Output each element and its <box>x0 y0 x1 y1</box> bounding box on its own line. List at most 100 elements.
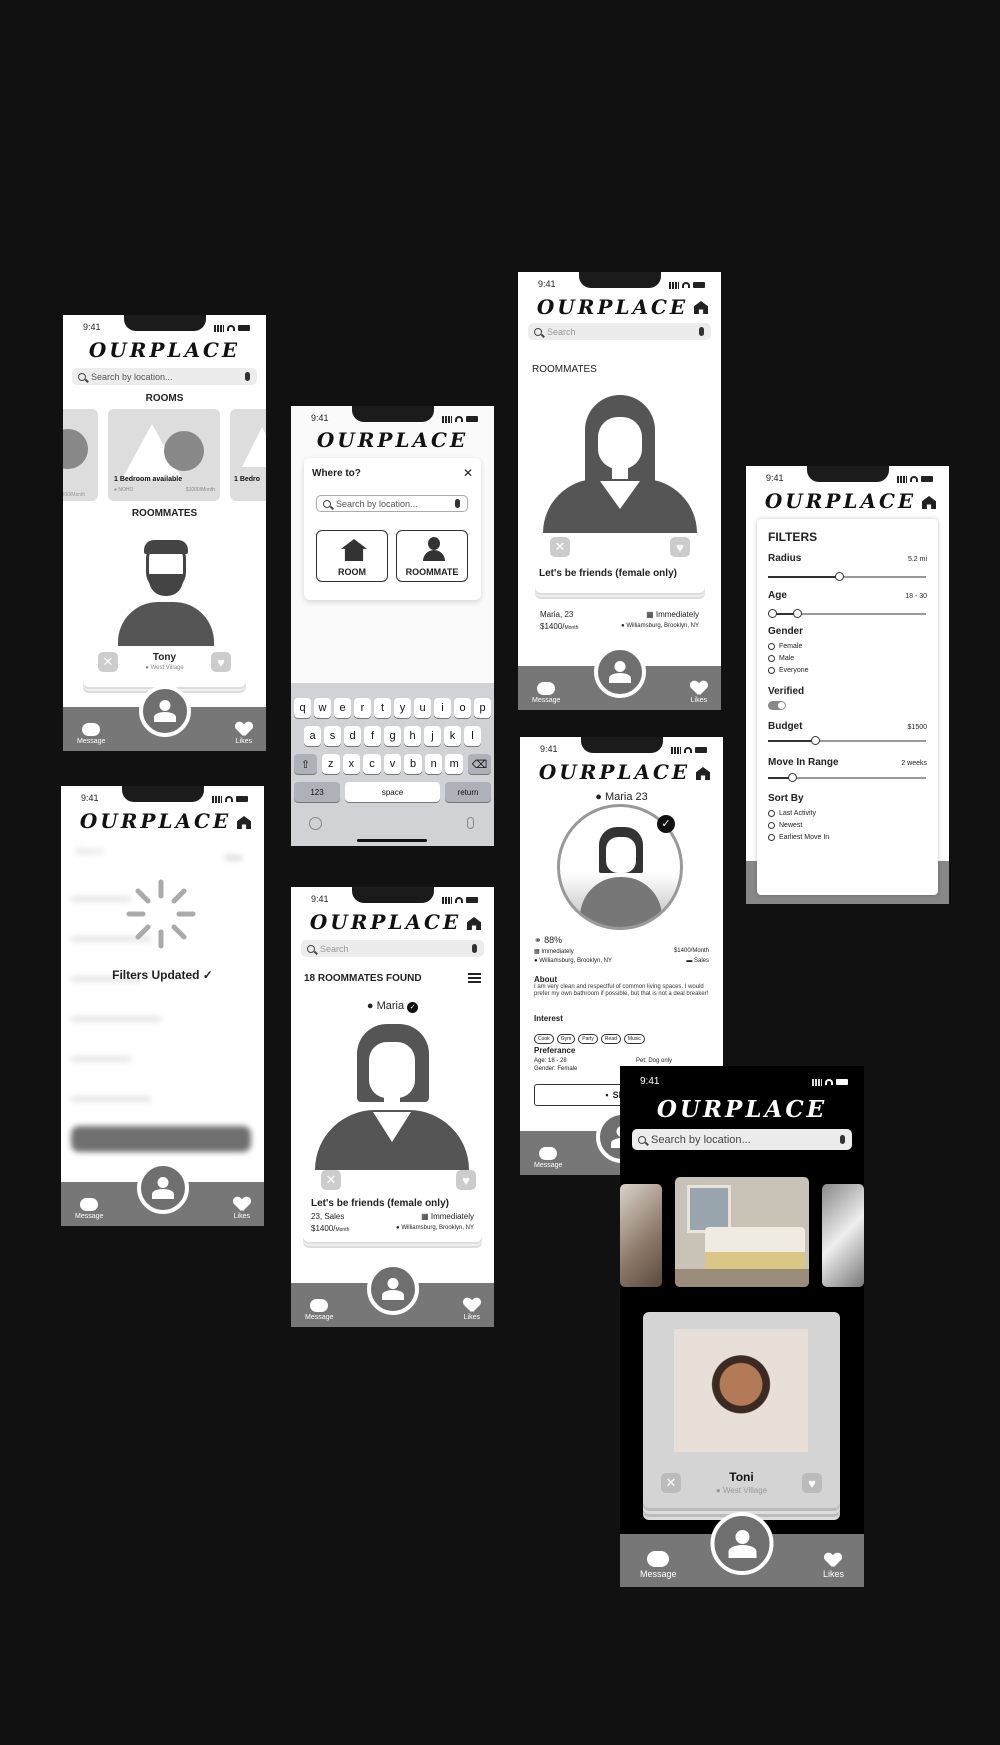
key-space[interactable]: space <box>345 782 440 802</box>
filter-sliders-icon[interactable] <box>468 973 481 984</box>
home-icon[interactable] <box>237 816 251 829</box>
key-h[interactable]: h <box>404 726 421 746</box>
profile-center-button[interactable] <box>366 1263 419 1315</box>
age-max-thumb[interactable] <box>793 609 802 618</box>
age-min-thumb[interactable] <box>768 609 777 618</box>
tab-likes[interactable]: Likes <box>464 1298 480 1321</box>
key-p[interactable]: p <box>474 698 491 718</box>
tab-message[interactable]: Message <box>77 723 105 745</box>
radio-icon[interactable] <box>768 833 775 841</box>
roommate-card[interactable]: ✕ ♥ Tony ● West Village <box>83 524 246 687</box>
key-i[interactable]: i <box>434 698 451 718</box>
key-k[interactable]: k <box>444 726 461 746</box>
key-q[interactable]: q <box>294 698 311 718</box>
tab-likes[interactable]: Likes <box>236 722 252 745</box>
move-slider[interactable] <box>768 773 926 782</box>
roommate-card[interactable]: ✕ ♥ Let's be friends (female only) <box>535 385 705 593</box>
gender-option[interactable]: Everyone <box>768 665 809 677</box>
key-n[interactable]: n <box>424 754 443 774</box>
profile-center-button[interactable] <box>136 1162 189 1214</box>
key-return[interactable]: return <box>445 782 491 802</box>
key-g[interactable]: g <box>384 726 401 746</box>
mic-icon[interactable] <box>245 372 250 381</box>
emoji-icon[interactable] <box>309 817 322 830</box>
tab-likes[interactable]: Likes <box>823 1553 844 1579</box>
mic-icon[interactable] <box>699 327 704 336</box>
key-l[interactable]: l <box>464 726 481 746</box>
tab-likes[interactable]: Likes <box>691 681 707 704</box>
key-u[interactable]: u <box>414 698 431 718</box>
key-j[interactable]: j <box>424 726 441 746</box>
like-button[interactable]: ♥ <box>456 1170 476 1190</box>
home-icon[interactable] <box>696 767 710 780</box>
key-m[interactable]: m <box>445 754 464 774</box>
search-input[interactable]: Search <box>301 940 484 957</box>
tab-message[interactable]: Message <box>305 1299 333 1321</box>
room-photo-center[interactable] <box>675 1177 809 1287</box>
key-123[interactable]: 123 <box>294 782 340 802</box>
key-r[interactable]: r <box>354 698 371 718</box>
key-a[interactable]: a <box>304 726 321 746</box>
sort-option[interactable]: Earliest Move In <box>768 832 829 844</box>
radio-icon[interactable] <box>768 809 775 817</box>
key-f[interactable]: f <box>364 726 381 746</box>
age-slider[interactable] <box>768 609 926 618</box>
verified-toggle[interactable] <box>768 701 786 710</box>
radio-icon[interactable] <box>768 654 775 662</box>
search-input[interactable]: Search <box>528 323 711 340</box>
key-b[interactable]: b <box>404 754 422 774</box>
option-roommate[interactable]: ROOMMATE <box>396 530 468 582</box>
radius-slider-thumb[interactable] <box>835 572 845 581</box>
gender-option[interactable]: Female <box>768 641 809 653</box>
key-s[interactable]: s <box>324 726 341 746</box>
home-icon[interactable] <box>467 917 481 930</box>
key-v[interactable]: v <box>383 754 402 774</box>
tab-message[interactable]: Message <box>640 1551 677 1579</box>
dismiss-button[interactable]: ✕ <box>321 1170 341 1190</box>
close-icon[interactable]: ✕ <box>463 466 473 480</box>
delete-key[interactable]: ⌫ <box>468 754 491 774</box>
tab-message[interactable]: Message <box>534 1147 562 1169</box>
home-icon[interactable] <box>694 301 708 314</box>
budget-slider-thumb[interactable] <box>811 736 821 745</box>
room-card-right[interactable]: 1 Bedro <box>230 409 266 501</box>
search-input[interactable]: Search by location... <box>632 1129 852 1150</box>
sort-option[interactable]: Newest <box>768 820 829 832</box>
home-icon[interactable] <box>922 496 936 509</box>
key-x[interactable]: x <box>342 754 361 774</box>
profile-center-button[interactable] <box>593 646 646 698</box>
key-z[interactable]: z <box>322 754 340 774</box>
room-card-left[interactable]: $1000/Month <box>63 409 98 501</box>
radio-icon[interactable] <box>768 642 775 650</box>
move-slider-thumb[interactable] <box>787 773 797 782</box>
tab-message[interactable]: Message <box>532 682 560 704</box>
roommate-card[interactable]: ✕ ♥ Toni ● West Village <box>643 1312 840 1508</box>
like-button[interactable]: ♥ <box>670 537 690 557</box>
modal-search-input[interactable]: Search by location... <box>316 495 468 512</box>
budget-slider[interactable] <box>768 736 926 745</box>
profile-center-button[interactable] <box>138 685 191 737</box>
key-y[interactable]: y <box>394 698 411 718</box>
mic-icon[interactable] <box>455 499 460 508</box>
sort-option[interactable]: Last Activity <box>768 808 829 820</box>
shift-key[interactable]: ⇧ <box>294 754 317 774</box>
room-photo-right[interactable] <box>822 1184 864 1287</box>
key-c[interactable]: c <box>363 754 381 774</box>
tab-likes[interactable]: Likes <box>234 1197 250 1220</box>
key-d[interactable]: d <box>344 726 361 746</box>
room-card-center[interactable]: 1 Bedroom available ● NOHO $1000/Month <box>108 409 220 501</box>
key-e[interactable]: e <box>334 698 351 718</box>
room-photo-left[interactable] <box>620 1184 662 1287</box>
radius-slider[interactable] <box>768 572 926 581</box>
option-room[interactable]: ROOM <box>316 530 388 582</box>
key-o[interactable]: o <box>454 698 471 718</box>
mic-icon[interactable] <box>472 944 477 953</box>
dictation-icon[interactable] <box>467 817 474 829</box>
tab-message[interactable]: Message <box>75 1198 103 1220</box>
key-w[interactable]: w <box>314 698 331 718</box>
search-input[interactable]: Search by location... <box>72 368 257 385</box>
roommate-card[interactable]: ● Maria ✓ ✕ ♥ Let's be friends (female o… <box>303 997 482 1242</box>
key-t[interactable]: t <box>374 698 391 718</box>
mic-icon[interactable] <box>840 1135 845 1144</box>
radio-icon[interactable] <box>768 821 775 829</box>
